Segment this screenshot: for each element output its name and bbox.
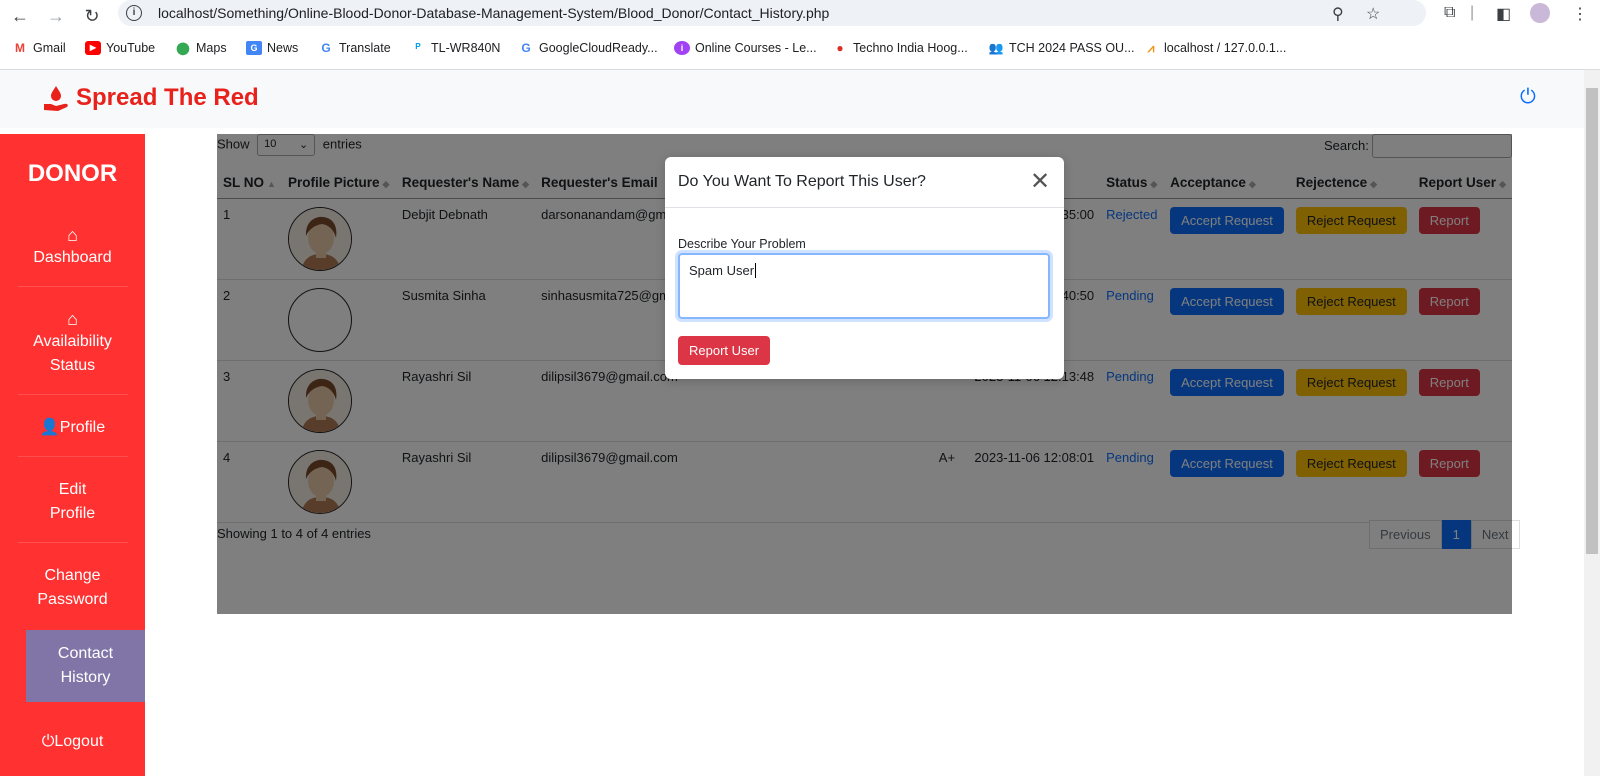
url-text: localhost/Something/Online-Blood-Donor-D… [158,5,830,21]
back-icon[interactable]: ← [8,4,32,28]
bookmark-phpmyadmin[interactable]: ⩘ localhost / 127.0.0.1... [1143,41,1287,55]
phpmyadmin-icon: ⩘ [1147,41,1155,55]
bookmark-label: Online Courses - Le... [695,41,817,55]
sidebar-item-change-password[interactable]: Change Password [0,564,145,612]
sidebar-divider [18,456,128,457]
bookmark-label: News [267,41,299,55]
group-icon: 👥 [988,41,1004,55]
site-info-icon[interactable]: i [126,5,142,21]
bookmark-label: localhost / 127.0.0.1... [1164,41,1287,55]
sidebar-divider [18,286,128,287]
bookmark-techno-india[interactable]: ● Techno India Hoog... [832,41,968,55]
sidebar-item-label: Profile [59,419,106,436]
bookmark-tch[interactable]: 👥 TCH 2024 PASS OU... [988,41,1135,55]
bookmark-label: TCH 2024 PASS OU... [1009,41,1135,55]
extensions-icon[interactable]: ⧉ [1444,4,1455,22]
page-scrollbar[interactable] [1584,70,1600,776]
brand-name: Spread The Red [76,84,259,111]
reload-icon[interactable]: ↻ [80,4,104,28]
problem-textarea[interactable]: Spam User [678,253,1050,319]
sidebar-item-label: Change Password [37,567,108,608]
close-icon[interactable]: ✕ [1030,168,1050,196]
maps-icon: ⬤ [176,41,190,55]
sidebar-item-label: Dashboard [33,249,112,266]
bookmark-star-icon[interactable]: ☆ [1366,4,1380,24]
sidebar-item-label: Edit Profile [49,481,96,522]
bookmark-youtube[interactable]: ▶ YouTube [85,41,155,55]
bookmark-gmail[interactable]: M Gmail [12,41,66,55]
blood-drop-hand-icon [44,86,68,111]
sidebar-item-availability[interactable]: ⌂ Availaibility Status [0,308,145,378]
power-icon[interactable]: ⏻ [1520,86,1542,108]
sidebar-item-label: Contact History [57,645,114,686]
home-icon: ⌂ [67,309,78,329]
bookmark-googlecloud[interactable]: G GoogleCloudReady... [518,41,658,55]
bookmark-label: Translate [339,41,391,55]
courses-icon: i [674,41,690,55]
sidebar-title: DONOR [27,160,118,187]
bookmark-news[interactable]: G News [246,41,298,55]
youtube-icon: ▶ [85,41,101,55]
zoom-icon[interactable]: ⚲ [1332,4,1344,24]
modal-header: Do You Want To Report This User? ✕ [665,157,1064,208]
problem-label: Describe Your Problem [678,237,806,251]
address-bar[interactable]: i localhost/Something/Online-Blood-Donor… [118,0,1426,26]
bookmark-label: Techno India Hoog... [853,41,968,55]
browser-toolbar: ← → ↻ i localhost/Something/Online-Blood… [0,0,1600,34]
news-icon: G [246,41,262,55]
techno-india-icon: ● [836,41,844,55]
bookmarks-bar: M Gmail ▶ YouTube ⬤ Maps G News G Translate ᴾ… [0,36,1600,70]
side-panel-icon[interactable]: ◧ [1496,4,1511,24]
sidebar-item-contact-history[interactable]: Contact History [26,630,145,702]
gmail-icon: M [15,41,25,55]
bookmark-label: TL-WR840N [431,41,501,55]
sidebar: DONOR ⌂ Dashboard ⌂ Availaibility Status… [0,134,145,776]
modal-title: Do You Want To Report This User? [678,173,926,190]
bookmark-translate[interactable]: G Translate [318,41,391,55]
forward-icon[interactable]: → [44,4,68,28]
bookmark-tplink[interactable]: ᴾ TL-WR840N [410,41,500,55]
menu-icon[interactable]: ⋮ [1572,4,1588,24]
problem-textarea-value: Spam User [689,263,755,278]
sidebar-item-edit-profile[interactable]: Edit Profile [0,478,145,526]
sidebar-divider [18,542,128,543]
bookmark-maps[interactable]: ⬤ Maps [175,41,227,55]
brand-logo[interactable]: Spread The Red [42,84,259,112]
top-navbar: Spread The Red ⏻ [0,70,1584,128]
bookmark-label: Gmail [33,41,66,55]
power-icon: ⏻ [41,733,55,750]
divider-icon: | [1470,4,1475,21]
sidebar-item-logout[interactable]: ⏻Logout [0,730,145,754]
sidebar-item-dashboard[interactable]: ⌂ Dashboard [0,224,145,270]
bookmark-online-courses[interactable]: i Online Courses - Le... [674,41,817,55]
bookmark-label: YouTube [106,41,156,55]
tplink-icon: ᴾ [415,41,421,55]
home-icon: ⌂ [67,225,78,245]
user-icon: 👤 [39,419,60,436]
profile-avatar[interactable] [1530,3,1550,23]
sidebar-item-profile[interactable]: 👤Profile [0,416,145,440]
text-cursor [755,263,757,278]
bookmark-label: GoogleCloudReady... [539,41,658,55]
sidebar-divider [18,394,128,395]
bookmark-label: Maps [196,41,227,55]
scrollbar-thumb[interactable] [1586,88,1598,554]
translate-icon: G [321,41,331,55]
sidebar-item-label: Logout [54,733,104,750]
sidebar-item-label: Availaibility Status [33,333,112,374]
google-icon: G [521,41,531,55]
report-user-modal: Do You Want To Report This User? ✕ Descr… [665,157,1064,379]
report-user-button[interactable]: Report User [678,336,771,365]
